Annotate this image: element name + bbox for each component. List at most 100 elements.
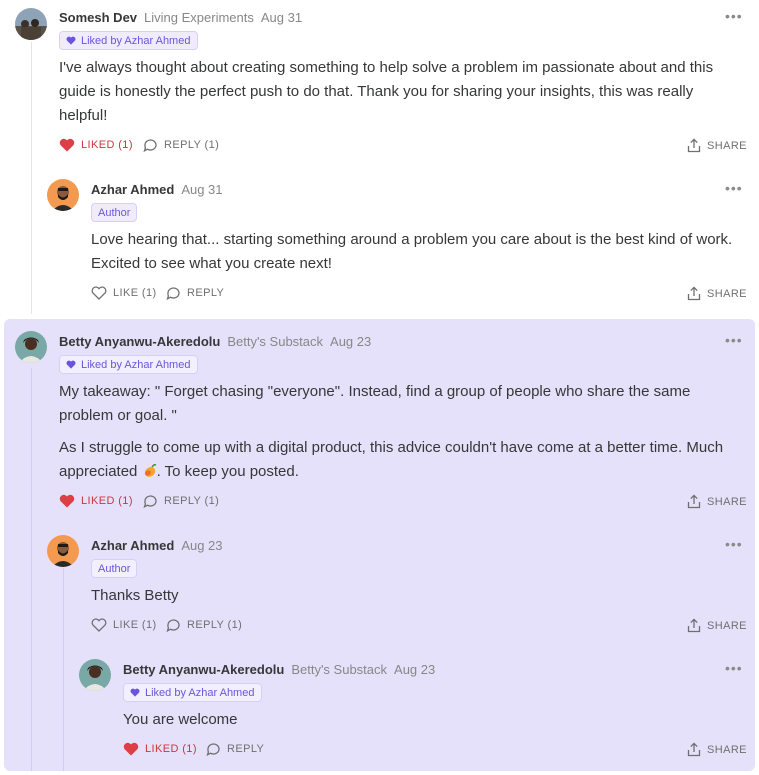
thread-line: [31, 368, 32, 771]
comment-paragraph: You are welcome: [123, 711, 238, 728]
heart-icon: [130, 688, 140, 697]
comment-body: Love hearing that... starting something …: [91, 228, 746, 276]
heart-icon: [59, 138, 75, 152]
more-icon[interactable]: •••: [725, 537, 743, 551]
liked-by-badge: Liked by Azhar Ahmed: [123, 683, 263, 702]
more-icon[interactable]: •••: [725, 661, 743, 675]
heart-icon: [91, 618, 107, 632]
like-button[interactable]: LIKED (1): [123, 742, 197, 756]
comment-date[interactable]: Aug 23: [181, 538, 222, 553]
share-button[interactable]: SHARE: [687, 138, 747, 153]
reply-icon: [143, 139, 157, 152]
reply-icon: [166, 619, 180, 632]
thread-line: [63, 568, 64, 771]
share-label: SHARE: [707, 139, 747, 152]
comment-paragraph: Thanks Betty: [91, 587, 179, 604]
like-button[interactable]: LIKED (1): [59, 494, 133, 508]
like-label: LIKE (1): [113, 619, 157, 631]
avatar[interactable]: [79, 659, 111, 691]
more-icon[interactable]: •••: [725, 181, 743, 195]
like-label: LIKE (1): [113, 287, 157, 299]
share-button[interactable]: SHARE: [687, 742, 747, 757]
avatar[interactable]: [47, 179, 79, 211]
avatar[interactable]: [47, 535, 79, 567]
author-name[interactable]: Betty Anyanwu-Akeredolu: [123, 662, 284, 677]
comment-body: I've always thought about creating somet…: [59, 56, 739, 128]
heart-icon: [66, 360, 76, 369]
comment-paragraph: Love hearing that... starting something …: [91, 231, 733, 272]
like-button[interactable]: LIKE (1): [91, 286, 157, 300]
publication-name[interactable]: Living Experiments: [144, 10, 254, 25]
more-icon[interactable]: •••: [725, 9, 743, 23]
share-icon: [687, 286, 701, 301]
comment-header: Somesh Dev Living Experiments Aug 31: [59, 10, 302, 25]
comment-header: Betty Anyanwu-Akeredolu Betty's Substack…: [59, 334, 371, 349]
reply-button[interactable]: REPLY (1): [143, 494, 219, 508]
like-button[interactable]: LIKE (1): [91, 618, 157, 632]
share-label: SHARE: [707, 619, 747, 632]
like-label: LIKED (1): [145, 743, 197, 755]
comment-body: Thanks Betty: [91, 584, 731, 608]
like-label: LIKED (1): [81, 139, 133, 151]
badge-label: Liked by Azhar Ahmed: [145, 686, 255, 699]
comment-date[interactable]: Aug 23: [394, 662, 435, 677]
badge-label: Liked by Azhar Ahmed: [81, 34, 191, 47]
comment-header: Betty Anyanwu-Akeredolu Betty's Substack…: [123, 662, 435, 677]
liked-by-badge: Liked by Azhar Ahmed: [59, 31, 199, 50]
comment-date[interactable]: Aug 23: [330, 334, 371, 349]
share-icon: [687, 742, 701, 757]
share-label: SHARE: [707, 287, 747, 300]
like-button[interactable]: LIKED (1): [59, 138, 133, 152]
share-label: SHARE: [707, 495, 747, 508]
author-badge: Author: [91, 203, 138, 222]
reply-label: REPLY: [227, 743, 265, 755]
reply-button[interactable]: REPLY: [166, 286, 224, 300]
author-name[interactable]: Somesh Dev: [59, 10, 137, 25]
like-label: LIKED (1): [81, 495, 133, 507]
heart-icon: [66, 36, 76, 45]
reply-button[interactable]: REPLY (1): [143, 138, 219, 152]
comment-header: Azhar Ahmed Aug 31: [91, 182, 223, 197]
mango-emoji: [142, 462, 157, 486]
share-button[interactable]: SHARE: [687, 494, 747, 509]
more-icon[interactable]: •••: [725, 333, 743, 347]
heart-icon: [123, 742, 139, 756]
comment-body: You are welcome: [123, 708, 723, 732]
reply-icon: [206, 743, 220, 756]
reply-button[interactable]: REPLY: [206, 742, 264, 756]
comment-header: Azhar Ahmed Aug 23: [91, 538, 223, 553]
heart-icon: [91, 286, 107, 300]
comment-date[interactable]: Aug 31: [261, 10, 302, 25]
comment-body: My takeaway: " Forget chasing "everyone"…: [59, 380, 739, 486]
comment-paragraph: My takeaway: " Forget chasing "everyone"…: [59, 383, 691, 424]
share-button[interactable]: SHARE: [687, 286, 747, 301]
reply-button[interactable]: REPLY (1): [166, 618, 242, 632]
reply-icon: [143, 495, 157, 508]
publication-name[interactable]: Betty's Substack: [227, 334, 323, 349]
share-label: SHARE: [707, 743, 747, 756]
author-name[interactable]: Azhar Ahmed: [91, 538, 174, 553]
author-badge: Author: [91, 559, 138, 578]
share-button[interactable]: SHARE: [687, 618, 747, 633]
reply-label: REPLY (1): [164, 495, 220, 507]
comment-text: . To keep you posted.: [156, 463, 299, 480]
reply-label: REPLY (1): [164, 139, 220, 151]
publication-name[interactable]: Betty's Substack: [291, 662, 387, 677]
reply-icon: [166, 287, 180, 300]
badge-label: Author: [98, 562, 131, 575]
comment-date[interactable]: Aug 31: [181, 182, 222, 197]
comment-paragraph: As I struggle to come up with a digital …: [59, 436, 739, 486]
comment-paragraph: I've always thought about creating somet…: [59, 59, 714, 124]
avatar[interactable]: [15, 8, 47, 40]
badge-label: Liked by Azhar Ahmed: [81, 358, 191, 371]
share-icon: [687, 138, 701, 153]
avatar[interactable]: [15, 331, 47, 363]
badge-label: Author: [98, 206, 131, 219]
author-name[interactable]: Betty Anyanwu-Akeredolu: [59, 334, 220, 349]
share-icon: [687, 618, 701, 633]
heart-icon: [59, 494, 75, 508]
author-name[interactable]: Azhar Ahmed: [91, 182, 174, 197]
thread-line: [31, 42, 32, 314]
liked-by-badge: Liked by Azhar Ahmed: [59, 355, 199, 374]
share-icon: [687, 494, 701, 509]
